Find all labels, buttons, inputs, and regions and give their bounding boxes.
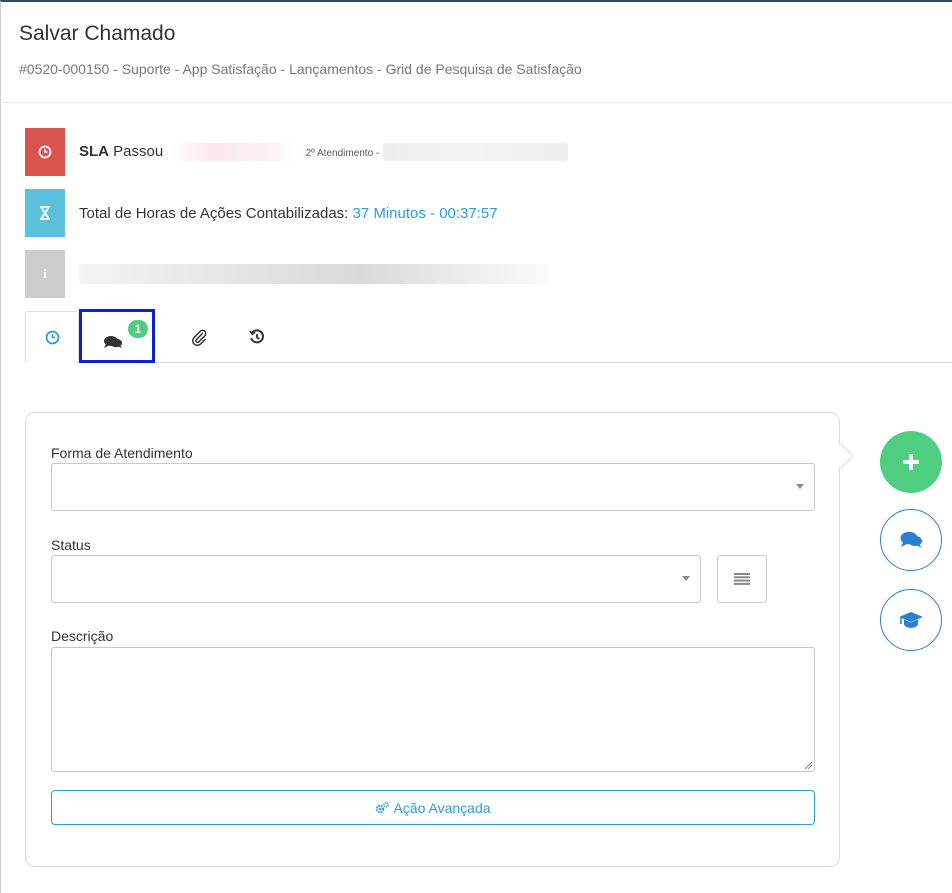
cogs-icon xyxy=(376,801,390,813)
plus-icon xyxy=(903,454,919,470)
tab-attachments[interactable] xyxy=(177,311,221,363)
forma-select[interactable] xyxy=(51,463,815,511)
second-attendance-redacted xyxy=(383,143,569,162)
clock-icon xyxy=(45,330,59,344)
paperclip-icon xyxy=(192,329,207,346)
chat-button[interactable] xyxy=(880,509,942,571)
training-button[interactable] xyxy=(880,589,942,651)
sla-label-bold: SLA xyxy=(79,143,109,160)
tab-history[interactable] xyxy=(235,311,279,363)
history-icon xyxy=(249,329,264,344)
resize-grip-icon[interactable] xyxy=(804,761,812,769)
ticket-subtitle: #0520-000150 - Suporte - App Satisfação … xyxy=(19,61,582,77)
forma-label: Forma de Atendimento xyxy=(51,445,193,461)
sla-redacted xyxy=(171,143,302,162)
hours-row: Total de Horas de Ações Contabilizadas: … xyxy=(25,189,625,237)
info-row: i xyxy=(25,250,625,298)
hourglass-icon xyxy=(40,206,50,220)
descricao-label: Descrição xyxy=(51,628,114,644)
sla-status: Passou xyxy=(113,143,164,160)
status-list-button[interactable] xyxy=(717,555,767,603)
status-select[interactable] xyxy=(51,555,701,603)
info-icon: i xyxy=(43,266,47,281)
advanced-action-button[interactable]: Ação Avançada xyxy=(51,790,815,825)
hours-label: Total de Horas de Ações Contabilizadas: xyxy=(79,205,349,222)
advanced-action-label: Ação Avançada xyxy=(393,799,491,816)
hours-text: Total de Horas de Ações Contabilizadas: … xyxy=(79,205,498,222)
sla-icon-box xyxy=(25,128,65,176)
comments-tab-highlight xyxy=(79,309,155,363)
hours-value: 37 Minutos - 00:37:57 xyxy=(352,205,498,222)
sla-text: SLA Passou 2º Atendimento - xyxy=(79,143,569,162)
chevron-down-icon xyxy=(796,484,804,489)
list-icon xyxy=(734,573,750,585)
page-title: Salvar Chamado xyxy=(19,22,176,45)
tab-time[interactable] xyxy=(25,311,79,363)
comments-icon xyxy=(900,531,922,548)
add-button[interactable] xyxy=(880,431,942,493)
clock-icon xyxy=(38,145,52,159)
chevron-down-icon xyxy=(682,576,690,581)
second-attendance-label: 2º Atendimento - xyxy=(305,148,380,159)
status-label: Status xyxy=(51,537,91,553)
tabs: 1 xyxy=(25,311,952,363)
info-redacted xyxy=(79,264,549,284)
info-icon-box: i xyxy=(25,250,65,298)
descricao-textarea[interactable] xyxy=(51,647,815,772)
header-divider xyxy=(0,102,952,103)
sla-row: SLA Passou 2º Atendimento - xyxy=(25,128,625,176)
graduation-cap-icon xyxy=(899,612,923,628)
hours-icon-box xyxy=(25,189,65,237)
